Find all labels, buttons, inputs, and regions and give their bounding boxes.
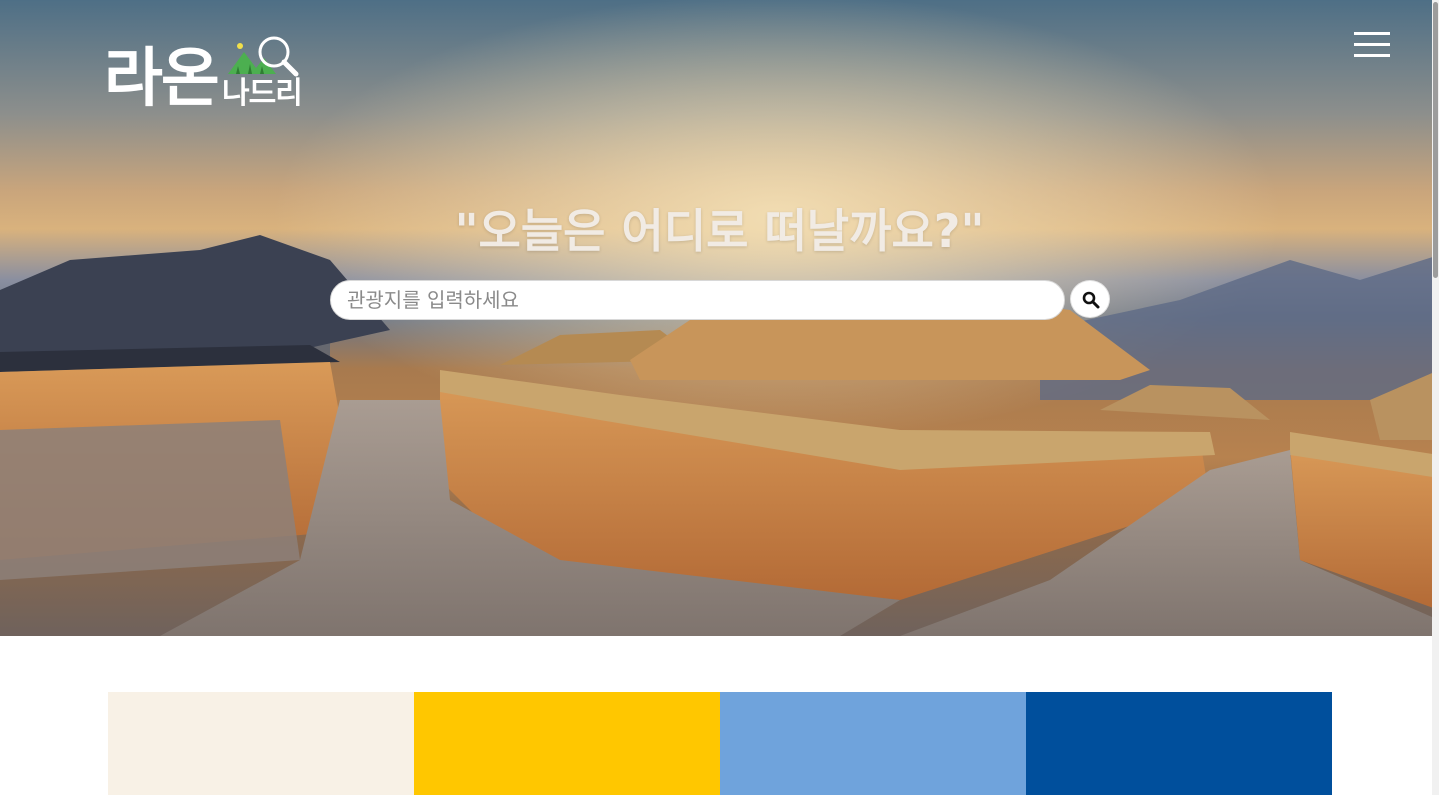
search-input[interactable]	[330, 280, 1065, 320]
palette-swatch-light-blue	[720, 692, 1026, 795]
menu-button[interactable]	[1352, 30, 1392, 60]
hero-headline: "오늘은 어디로 떠날까요?"	[454, 204, 985, 258]
search-button[interactable]	[1070, 280, 1110, 318]
hero-banner: 라온 나드리 "오늘은 어디로 떠날까요?"	[0, 0, 1439, 636]
color-palette	[108, 692, 1332, 795]
search-icon	[1082, 291, 1100, 309]
scrollbar[interactable]	[1432, 0, 1439, 795]
logo-main-text: 라온	[104, 42, 220, 116]
logo-sub-text: 나드리	[222, 76, 303, 111]
palette-swatch-yellow	[414, 692, 720, 795]
hamburger-menu-icon-bar	[1354, 54, 1390, 57]
palette-swatch-navy	[1026, 692, 1332, 795]
logo-magnifier-mountain-icon	[228, 36, 299, 77]
hamburger-menu-icon-bar	[1354, 43, 1390, 46]
hamburger-menu-icon	[1354, 32, 1390, 35]
palette-swatch-cream	[108, 692, 414, 795]
logo[interactable]: 라온 나드리	[104, 34, 316, 116]
scrollbar-thumb[interactable]	[1433, 2, 1438, 278]
